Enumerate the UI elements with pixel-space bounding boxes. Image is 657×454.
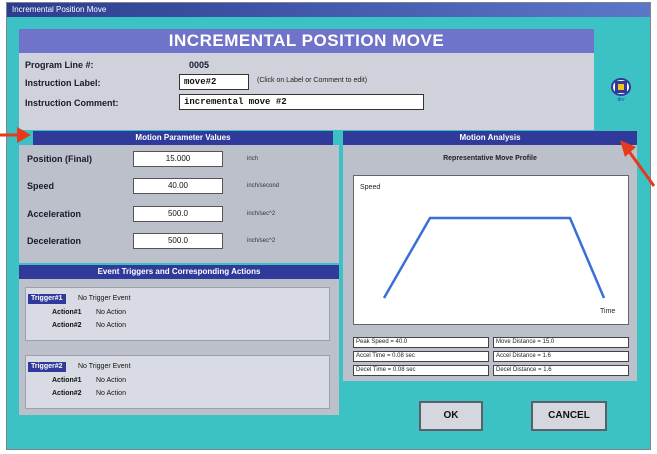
speed-unit: inch/second	[247, 183, 280, 189]
trigger-1-action-1-value: No Action	[96, 309, 126, 316]
edit-hint: (Click on Label or Comment to edit)	[257, 77, 368, 84]
x-axis-label: Time	[600, 308, 616, 315]
analysis-panel: Representative Move Profile Speed Time P…	[343, 145, 637, 381]
param-label-acceleration: Acceleration	[27, 209, 82, 219]
param-label-position: Position (Final)	[27, 154, 92, 164]
annotation-arrow-right-icon	[620, 140, 656, 187]
cancel-button[interactable]: CANCEL	[531, 401, 607, 431]
instruction-label-field[interactable]: move#2	[179, 74, 249, 90]
window-title: Incremental Position Move	[7, 3, 650, 17]
trigger-2-box: Trigger#2 No Trigger Event Action#1 No A…	[25, 355, 330, 409]
readout-accel-distance: Accel Distance = 1.6	[493, 351, 629, 362]
dialog-window: Incremental Position Move INCREMENTAL PO…	[6, 2, 651, 450]
instruction-label-label: Instruction Label:	[25, 78, 101, 88]
instruction-comment-label: Instruction Comment:	[25, 98, 119, 108]
acceleration-unit: inch/sec^2	[247, 211, 276, 217]
program-line-value: 0005	[189, 60, 210, 70]
trigger-2-action-1-label[interactable]: Action#1	[52, 377, 82, 384]
acceleration-input[interactable]: 500.0	[133, 206, 223, 222]
profile-title: Representative Move Profile	[443, 155, 537, 162]
annotation-arrow-left-icon	[0, 127, 31, 143]
param-label-deceleration: Deceleration	[27, 236, 82, 246]
readout-move-distance: Move Distance = 15.0	[493, 337, 629, 348]
trigger-1-box: Trigger#1 No Trigger Event Action#1 No A…	[25, 287, 330, 341]
motion-drive-logo-icon: drv	[611, 78, 631, 103]
ok-button[interactable]: OK	[419, 401, 483, 431]
svg-text:drv: drv	[618, 97, 625, 103]
program-line-label: Program Line #:	[25, 60, 94, 70]
readout-peak-speed: Peak Speed = 40.0	[353, 337, 489, 348]
motion-params-title: Motion Parameter Values	[33, 131, 333, 145]
events-title: Event Triggers and Corresponding Actions	[19, 265, 339, 279]
trigger-2-desc: No Trigger Event	[78, 363, 131, 370]
move-profile-plot: Speed Time	[353, 175, 629, 325]
page-title: INCREMENTAL POSITION MOVE	[19, 29, 594, 53]
trigger-1-tag[interactable]: Trigger#1	[28, 294, 66, 304]
y-axis-label: Speed	[360, 184, 381, 191]
trigger-1-desc: No Trigger Event	[78, 295, 131, 302]
deceleration-unit: inch/sec^2	[247, 238, 276, 244]
instruction-info-panel: Program Line #: 0005 Instruction Label: …	[19, 53, 594, 130]
trigger-2-action-2-label[interactable]: Action#2	[52, 390, 82, 397]
trigger-1-action-2-value: No Action	[96, 322, 126, 329]
move-profile-graph	[382, 216, 606, 299]
instruction-comment-field[interactable]: incremental move #2	[179, 94, 424, 110]
deceleration-input[interactable]: 500.0	[133, 233, 223, 249]
speed-input[interactable]: 40.00	[133, 178, 223, 194]
analysis-title: Motion Analysis	[343, 131, 637, 145]
trigger-2-action-1-value: No Action	[96, 377, 126, 384]
readout-decel-time: Decel Time = 0.08 sec	[353, 365, 489, 376]
trigger-1-action-2-label[interactable]: Action#2	[52, 322, 82, 329]
readout-decel-distance: Decel Distance = 1.6	[493, 365, 629, 376]
motion-params-panel: Position (Final) 15.000 inch Speed 40.00…	[19, 145, 339, 263]
events-panel: Trigger#1 No Trigger Event Action#1 No A…	[19, 279, 339, 415]
position-input[interactable]: 15.000	[133, 151, 223, 167]
param-label-speed: Speed	[27, 181, 55, 191]
trigger-2-action-2-value: No Action	[96, 390, 126, 397]
speed-profile-line	[382, 216, 606, 299]
banner-side-panel: drv	[594, 29, 647, 130]
trigger-1-action-1-label[interactable]: Action#1	[52, 309, 82, 316]
trigger-2-tag[interactable]: Trigger#2	[28, 362, 66, 372]
readout-accel-time: Accel Time = 0.08 sec	[353, 351, 489, 362]
position-unit: inch	[247, 156, 259, 162]
